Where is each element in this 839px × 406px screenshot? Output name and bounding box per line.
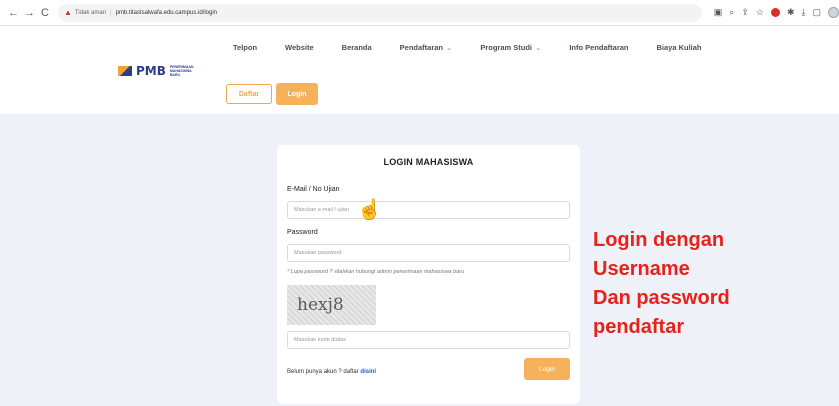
menu-item-pendaftaran[interactable]: Pendaftaran ⌄ xyxy=(400,43,453,52)
email-label: E-Mail / No Ujian xyxy=(287,186,340,193)
login-card: LOGIN MAHASISWA E-Mail / No Ujian Masuka… xyxy=(277,145,580,404)
password-field[interactable]: Masukan password xyxy=(287,244,570,262)
site-header: PMB PENERIMAAN MAHASISWA BARU Telpon Web… xyxy=(0,26,839,114)
logo-text: PMB xyxy=(136,64,166,78)
password-label: Password xyxy=(287,229,318,236)
email-field[interactable]: Masukan e-mail / ujian xyxy=(287,201,570,219)
login-button[interactable]: Login xyxy=(524,358,570,380)
extension-icons: ▣ ⌕ ⇪ ☆ ✱ ⤓ ▢ xyxy=(714,7,839,18)
main-menu: Telpon Website Beranda Pendaftaran ⌄ Prog… xyxy=(233,43,702,52)
menu-item-telpon[interactable]: Telpon xyxy=(233,43,257,52)
logo-mark-icon xyxy=(118,66,132,76)
register-prompt: Belum punya akun ? daftar disini xyxy=(287,369,377,375)
url-separator: | xyxy=(110,9,112,16)
window-icon[interactable]: ▢ xyxy=(812,7,821,18)
menu-item-program-studi[interactable]: Program Studi ⌄ xyxy=(480,43,541,52)
page-icon[interactable]: ▣ xyxy=(714,7,723,18)
annotation-text: Login dengan Username Dan password penda… xyxy=(593,226,730,342)
menu-item-info-pendaftaran[interactable]: Info Pendaftaran xyxy=(569,43,628,52)
share-icon[interactable]: ⇪ xyxy=(741,7,749,18)
warning-icon: ▲ xyxy=(64,8,72,17)
annotation-line: pendaftar xyxy=(593,316,685,338)
star-icon[interactable]: ☆ xyxy=(756,7,764,18)
header-login-button[interactable]: Login xyxy=(276,83,318,105)
menu-item-website[interactable]: Website xyxy=(285,43,314,52)
chevron-down-icon: ⌄ xyxy=(446,43,453,52)
forward-icon[interactable]: → xyxy=(24,7,35,19)
menu-item-biaya-kuliah[interactable]: Biaya Kuliah xyxy=(657,43,702,52)
url-text: pmb.titastsalwafa.edu.campus.id/login xyxy=(115,9,217,16)
annotation-line: Dan password xyxy=(593,287,730,309)
browser-nav: ← → C xyxy=(0,7,50,19)
captcha-text: hexj8 xyxy=(297,295,344,315)
puzzle-icon[interactable]: ✱ xyxy=(787,7,795,18)
browser-toolbar: ← → C ▲ Tidak aman | pmb.titastsalwafa.e… xyxy=(0,0,839,26)
reload-icon[interactable]: C xyxy=(40,7,50,19)
password-placeholder: Masukan password xyxy=(294,250,342,256)
annotation-line: Login dengan xyxy=(593,229,725,251)
opera-icon[interactable] xyxy=(770,8,780,17)
captcha-placeholder: Masukan kode diatas xyxy=(294,337,346,343)
register-link[interactable]: disini xyxy=(360,369,376,375)
security-label: Tidak aman xyxy=(74,9,107,16)
captcha-field[interactable]: Masukan kode diatas xyxy=(287,331,570,349)
login-title: LOGIN MAHASISWA xyxy=(383,157,474,167)
back-icon[interactable]: ← xyxy=(8,7,19,19)
address-bar[interactable]: ▲ Tidak aman | pmb.titastsalwafa.edu.cam… xyxy=(58,3,702,22)
annotation-line: Username xyxy=(593,258,690,280)
hand-pointer-icon: ☝ xyxy=(357,199,382,221)
email-placeholder: Masukan e-mail / ujian xyxy=(294,207,350,213)
captcha-image: hexj8 xyxy=(287,285,376,325)
logo-caption: PENERIMAAN MAHASISWA BARU xyxy=(169,65,194,77)
download-icon[interactable]: ⤓ xyxy=(802,7,806,18)
site-logo[interactable]: PMB PENERIMAAN MAHASISWA BARU xyxy=(118,64,200,78)
daftar-button[interactable]: Daftar xyxy=(226,84,272,104)
forgot-password-hint: * Lupa password ? silahkan hubungi admin… xyxy=(287,269,465,275)
zoom-icon[interactable]: ⌕ xyxy=(729,7,734,18)
chevron-down-icon: ⌄ xyxy=(535,43,542,52)
profile-icon[interactable] xyxy=(828,7,839,18)
menu-item-beranda[interactable]: Beranda xyxy=(342,43,372,52)
